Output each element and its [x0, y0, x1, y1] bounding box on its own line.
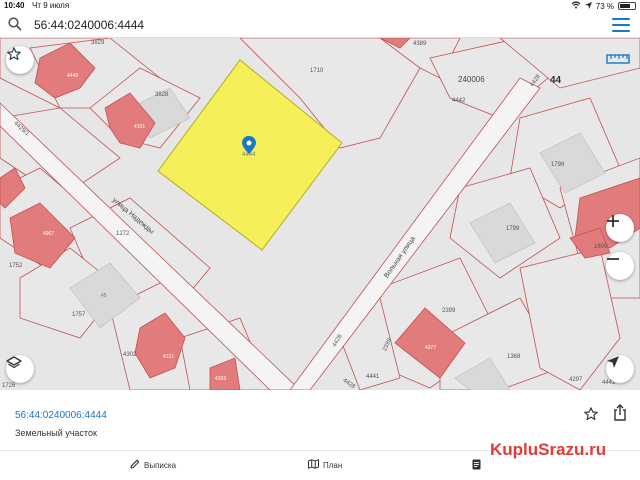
block-label: 240006: [458, 75, 485, 84]
menu-button[interactable]: [612, 18, 630, 32]
watermark: KupluSrazu.ru: [490, 440, 607, 459]
map-icon: [308, 459, 319, 471]
my-location-button[interactable]: [606, 355, 634, 383]
ruler-button[interactable]: [606, 52, 632, 70]
parcel-label: 1726: [2, 383, 16, 389]
search-input[interactable]: [34, 15, 574, 35]
search-icon[interactable]: [8, 17, 22, 36]
favorite-map-button[interactable]: [6, 46, 34, 74]
parcel-label: 1272: [116, 231, 130, 237]
status-right: 73 %: [571, 1, 636, 11]
building-label: 4151: [134, 124, 146, 130]
status-time: 10:40: [4, 1, 25, 10]
battery-icon: [618, 2, 636, 10]
cadastral-number: 56:44:0240006:4444: [15, 410, 107, 421]
map-canvas: [0, 38, 640, 390]
building-label: 4449: [67, 73, 79, 79]
wifi-icon: [571, 1, 581, 11]
status-bar: 10:40 Чт 9 июля 73 %: [0, 0, 640, 12]
search-bar: [0, 12, 640, 38]
tab-plan-label: План: [323, 460, 343, 470]
parcel-label: 1757: [72, 312, 86, 318]
tab-documents[interactable]: [472, 459, 481, 472]
parcel-label: 4302: [123, 352, 137, 358]
pencil-icon: [130, 459, 140, 471]
menu-icon-bar: [612, 24, 630, 26]
building-label: 4303: [215, 376, 227, 382]
menu-icon-bar: [612, 18, 630, 20]
document-icon: [472, 459, 481, 472]
battery-percent: 73 %: [595, 1, 614, 11]
building-label: 4131: [163, 354, 175, 360]
zoom-in-button[interactable]: [606, 214, 634, 242]
parcel-label: 4297: [569, 377, 583, 383]
parcel-label: 1710: [310, 68, 324, 74]
status-date: Чт 9 июля: [32, 1, 70, 10]
object-type: Земельный участок: [15, 428, 97, 438]
location-icon: [584, 1, 592, 11]
app-screen: 10:40 Чт 9 июля 73 % 56:44:0240006:4444 …: [0, 0, 640, 480]
menu-icon-bar: [612, 30, 630, 32]
selected-parcel-label: 4444: [242, 152, 256, 158]
tab-plan[interactable]: План: [308, 459, 342, 471]
parcel-label: 4389: [413, 41, 427, 47]
cadastral-map[interactable]: 3829 4389 1710 240006 44 4428 4442 3828 …: [0, 38, 640, 390]
parcel-label: 1799: [506, 226, 520, 232]
parcel-label: 4442: [452, 98, 466, 104]
star-icon: [584, 407, 598, 421]
tab-extract[interactable]: Выписка: [130, 459, 176, 471]
parcel-label: 2399: [442, 308, 456, 314]
favorite-button[interactable]: [583, 406, 599, 427]
layers-button[interactable]: [6, 355, 34, 383]
zoom-out-button[interactable]: [606, 252, 634, 280]
tab-extract-label: Выписка: [144, 460, 177, 470]
building-label: 45: [101, 293, 107, 299]
parcel-label: 1752: [9, 263, 23, 269]
building-label: 4967: [43, 231, 55, 237]
parcel-label: 1368: [507, 354, 521, 360]
parcel-label: 1798: [551, 162, 565, 168]
building-label: 4377: [425, 345, 437, 351]
share-icon: [614, 404, 626, 421]
parcel-label: 4441: [366, 374, 380, 380]
big-number-label: 44: [550, 75, 562, 86]
share-button[interactable]: [612, 404, 628, 427]
parcel-label: 1699: [594, 244, 608, 250]
parcel-label: 3828: [155, 92, 169, 98]
parcel-label: 3829: [91, 40, 105, 46]
